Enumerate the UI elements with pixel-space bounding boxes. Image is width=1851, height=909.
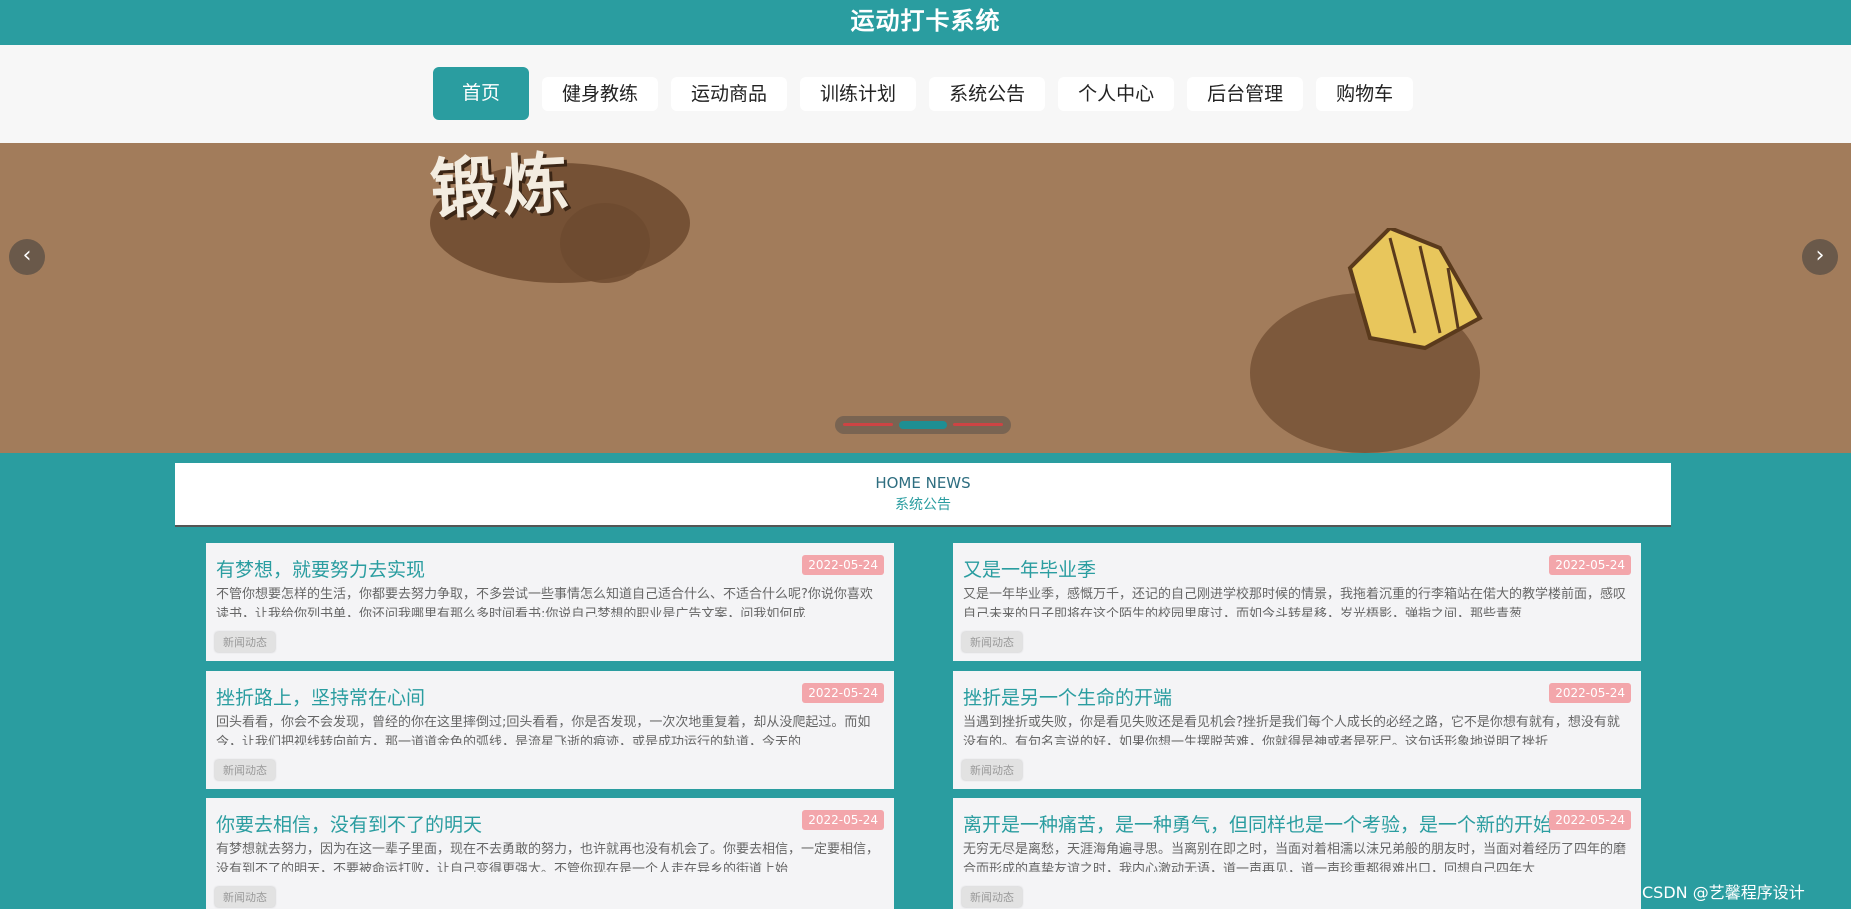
news-title[interactable]: 你要去相信，没有到不了的明天 [216, 810, 816, 837]
app-header: 运动打卡系统 [0, 0, 1851, 45]
news-date-badge: 2022-05-24 [802, 683, 884, 703]
news-title[interactable]: 又是一年毕业季 [963, 555, 1563, 582]
carousel-dot-active[interactable] [899, 421, 947, 429]
news-title[interactable]: 挫折路上，坚持常在心间 [216, 683, 816, 710]
news-date-badge: 2022-05-24 [1549, 555, 1631, 575]
banner-text: 锻炼 [428, 144, 577, 229]
banner-carousel[interactable]: 锻炼 ‹ › [0, 143, 1851, 453]
nav-item-profile[interactable]: 个人中心 [1058, 77, 1175, 111]
news-summary: 有梦想就去努力，因为在这一辈子里面，现在不去勇敢的努力，也许就再也没有机会了。你… [216, 842, 880, 872]
news-summary: 又是一年毕业季，感慨万千，还记的自己刚进学校那时候的情景，我拖着沉重的行李箱站在… [963, 587, 1627, 617]
app-title: 运动打卡系统 [850, 7, 1001, 35]
banner-figure [1347, 228, 1483, 351]
nav-item-training-plans[interactable]: 训练计划 [800, 77, 917, 111]
news-date-badge: 2022-05-24 [1549, 683, 1631, 703]
news-tag: 新闻动态 [962, 632, 1022, 652]
news-tag: 新闻动态 [215, 632, 275, 652]
carousel-indicators [835, 416, 1011, 434]
news-tag: 新闻动态 [215, 887, 275, 907]
carousel-prev-button[interactable]: ‹ [9, 239, 45, 275]
news-date-badge: 2022-05-24 [802, 810, 884, 830]
nav-item-coaches[interactable]: 健身教练 [542, 77, 659, 111]
nav-item-home[interactable]: 首页 [433, 67, 530, 120]
nav-item-admin[interactable]: 后台管理 [1187, 77, 1304, 111]
news-card[interactable]: 离开是一种痛苦，是一种勇气，但同样也是一个考验，是一个新的开始 2022-05-… [953, 798, 1641, 909]
nav-item-cart[interactable]: 购物车 [1316, 77, 1414, 111]
chevron-left-icon: ‹ [22, 243, 32, 268]
chevron-right-icon: › [1815, 243, 1825, 268]
news-summary: 回头看看，你会不会发现，曾经的你在这里摔倒过;回头看看，你是否发现，一次次地重复… [216, 715, 871, 745]
news-title[interactable]: 离开是一种痛苦，是一种勇气，但同样也是一个考验，是一个新的开始 [963, 810, 1563, 837]
news-title[interactable]: 挫折是另一个生命的开端 [963, 683, 1563, 710]
main-nav: 首页 健身教练 运动商品 训练计划 系统公告 个人中心 后台管理 购物车 [433, 67, 1414, 120]
news-card[interactable]: 挫折路上，坚持常在心间 2022-05-24 回头看看，你会不会发现，曾经的你在… [206, 671, 894, 789]
news-card[interactable]: 又是一年毕业季 2022-05-24 又是一年毕业季，感慨万千，还记的自己刚进学… [953, 543, 1641, 661]
nav-item-announcements[interactable]: 系统公告 [929, 77, 1046, 111]
news-section-header: HOME NEWS 系统公告 [175, 463, 1671, 527]
news-title[interactable]: 有梦想，就要努力去实现 [216, 555, 816, 582]
news-summary: 无穷无尽是离愁，天涯海角遍寻思。当离别在即之时，当面对着相濡以沫兄弟般的朋友时，… [963, 842, 1627, 872]
watermark: CSDN @艺馨程序设计 [1642, 883, 1805, 902]
carousel-dot[interactable] [843, 423, 893, 426]
news-tag: 新闻动态 [962, 887, 1022, 907]
nav-item-products[interactable]: 运动商品 [671, 77, 788, 111]
news-tag: 新闻动态 [962, 760, 1022, 780]
main-nav-bar: 首页 健身教练 运动商品 训练计划 系统公告 个人中心 后台管理 购物车 [0, 45, 1851, 143]
carousel-dot[interactable] [953, 423, 1003, 426]
news-heading-en: HOME NEWS [875, 474, 971, 492]
news-tag: 新闻动态 [215, 760, 275, 780]
news-summary: 不管你想要怎样的生活，你都要去努力争取，不多尝试一些事情怎么知道自己适合什么、不… [216, 587, 873, 617]
news-card[interactable]: 有梦想，就要努力去实现 2022-05-24 不管你想要怎样的生活，你都要去努力… [206, 543, 894, 661]
news-date-badge: 2022-05-24 [1549, 810, 1631, 830]
carousel-next-button[interactable]: › [1802, 239, 1838, 275]
news-card[interactable]: 挫折是另一个生命的开端 2022-05-24 当遇到挫折或失败，你是看见失败还是… [953, 671, 1641, 789]
news-heading-cn: 系统公告 [895, 497, 951, 513]
news-card[interactable]: 你要去相信，没有到不了的明天 2022-05-24 有梦想就去努力，因为在这一辈… [206, 798, 894, 909]
news-date-badge: 2022-05-24 [802, 555, 884, 575]
news-summary: 当遇到挫折或失败，你是看见失败还是看见机会?挫折是我们每个人成长的必经之路，它不… [963, 715, 1620, 745]
